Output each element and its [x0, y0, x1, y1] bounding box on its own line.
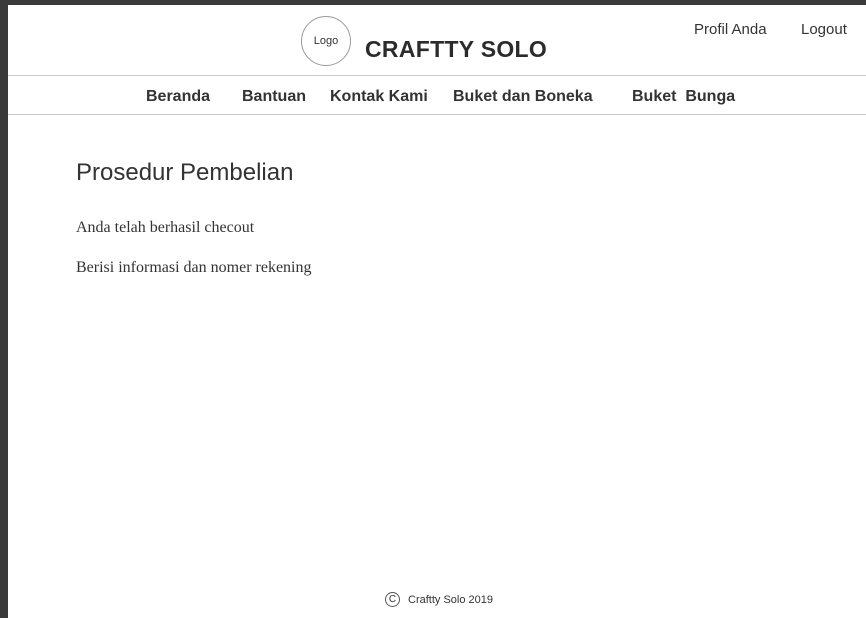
logout-link[interactable]: Logout — [801, 21, 847, 38]
success-message: Anda telah berhasil checout — [76, 219, 255, 236]
nav-item-bantuan[interactable]: Bantuan — [242, 88, 306, 106]
site-header: Logo CRAFTTY SOLO Profil Anda Logout — [8, 5, 866, 76]
info-text: Berisi informasi dan nomer rekening — [76, 259, 312, 276]
nav-item-buket-dan-boneka[interactable]: Buket dan Boneka — [453, 88, 593, 106]
copyright-icon: C — [385, 592, 400, 607]
nav-item-buket-bunga[interactable]: Buket Bunga — [632, 88, 735, 106]
logo-label: Logo — [313, 35, 339, 47]
footer: C Craftty Solo 2019 — [385, 592, 493, 607]
nav-item-kontak-kami[interactable]: Kontak Kami — [330, 88, 428, 106]
logo[interactable]: Logo — [301, 16, 351, 66]
main-nav: Beranda Bantuan Kontak Kami Buket dan Bo… — [8, 76, 866, 115]
profile-link[interactable]: Profil Anda — [694, 21, 767, 38]
footer-text: Craftty Solo 2019 — [408, 593, 493, 606]
nav-item-beranda[interactable]: Beranda — [146, 88, 210, 106]
page-title: Prosedur Pembelian — [76, 159, 294, 186]
site-title: CRAFTTY SOLO — [365, 36, 548, 62]
